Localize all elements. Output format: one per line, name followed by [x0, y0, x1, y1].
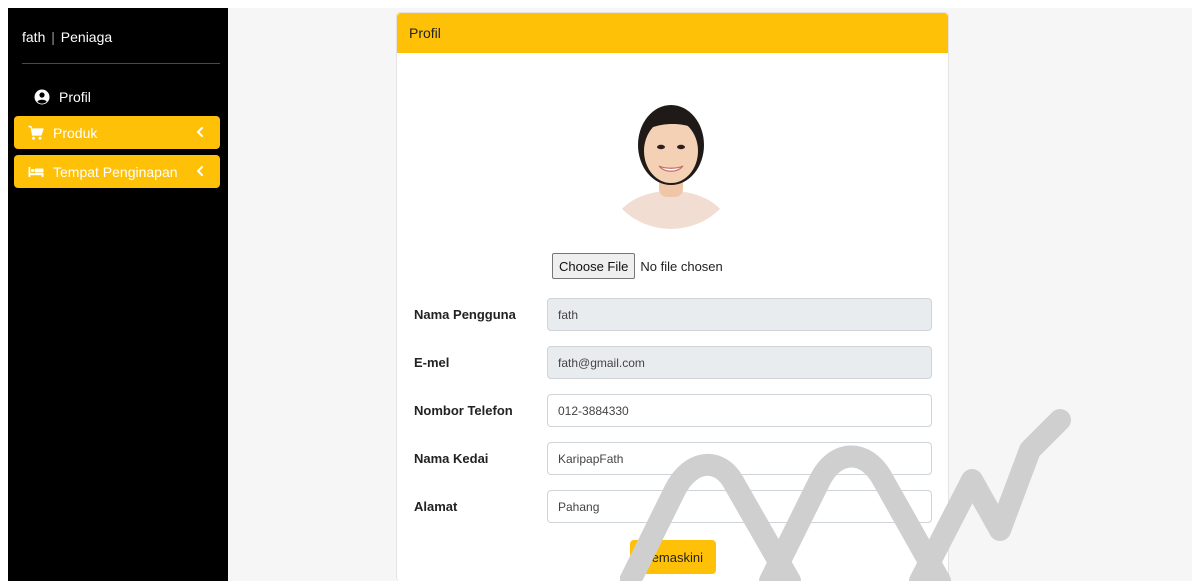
- field-row-email: E-mel: [414, 346, 932, 379]
- field-row-phone: Nombor Telefon: [414, 394, 932, 427]
- field-row-address: Alamat: [414, 490, 932, 523]
- file-status: No file chosen: [640, 258, 723, 274]
- card-title: Profil: [409, 25, 441, 41]
- user-circle-icon: [34, 89, 50, 104]
- sidebar-item-profil[interactable]: Profil: [14, 80, 220, 113]
- brand-role: Peniaga: [60, 29, 113, 45]
- avatar: [601, 87, 741, 232]
- bed-icon: [28, 166, 44, 177]
- username-label: Nama Pengguna: [414, 307, 516, 322]
- sidebar: fath | Peniaga Profil Produk Tempat Peng…: [8, 8, 228, 581]
- address-label: Alamat: [414, 499, 458, 514]
- sidebar-divider: [22, 63, 220, 64]
- brand-name: fath: [22, 29, 46, 45]
- brand[interactable]: fath | Peniaga: [22, 29, 112, 45]
- email-field[interactable]: [547, 346, 932, 379]
- email-label: E-mel: [414, 355, 450, 370]
- username-field[interactable]: [547, 298, 932, 331]
- main-content: Profil Choose File No file chosen Nama P…: [228, 8, 1192, 581]
- shop-name-field[interactable]: [547, 442, 932, 475]
- brand-separator: |: [51, 29, 55, 45]
- cart-icon: [28, 125, 44, 140]
- card-header: Profil: [397, 13, 948, 53]
- address-field[interactable]: [547, 490, 932, 523]
- shop-name-label: Nama Kedai: [414, 451, 489, 466]
- profile-card: Profil Choose File No file chosen Nama P…: [396, 12, 949, 581]
- chevron-left-icon: [197, 127, 203, 137]
- chevron-left-icon: [197, 166, 203, 176]
- avatar-image: [601, 89, 741, 229]
- sidebar-item-produk[interactable]: Produk: [14, 116, 220, 149]
- sidebar-item-label: Produk: [53, 124, 98, 141]
- sidebar-item-tempat-penginapan[interactable]: Tempat Penginapan: [14, 155, 220, 188]
- phone-label: Nombor Telefon: [414, 403, 513, 418]
- field-row-shop-name: Nama Kedai: [414, 442, 932, 475]
- file-upload: Choose File No file chosen: [552, 253, 723, 279]
- sidebar-item-label: Profil: [59, 88, 91, 105]
- choose-file-button[interactable]: Choose File: [552, 253, 636, 279]
- phone-field[interactable]: [547, 394, 932, 427]
- update-button[interactable]: Kemaskini: [630, 540, 716, 574]
- field-row-username: Nama Pengguna: [414, 298, 932, 331]
- sidebar-item-label: Tempat Penginapan: [53, 163, 178, 180]
